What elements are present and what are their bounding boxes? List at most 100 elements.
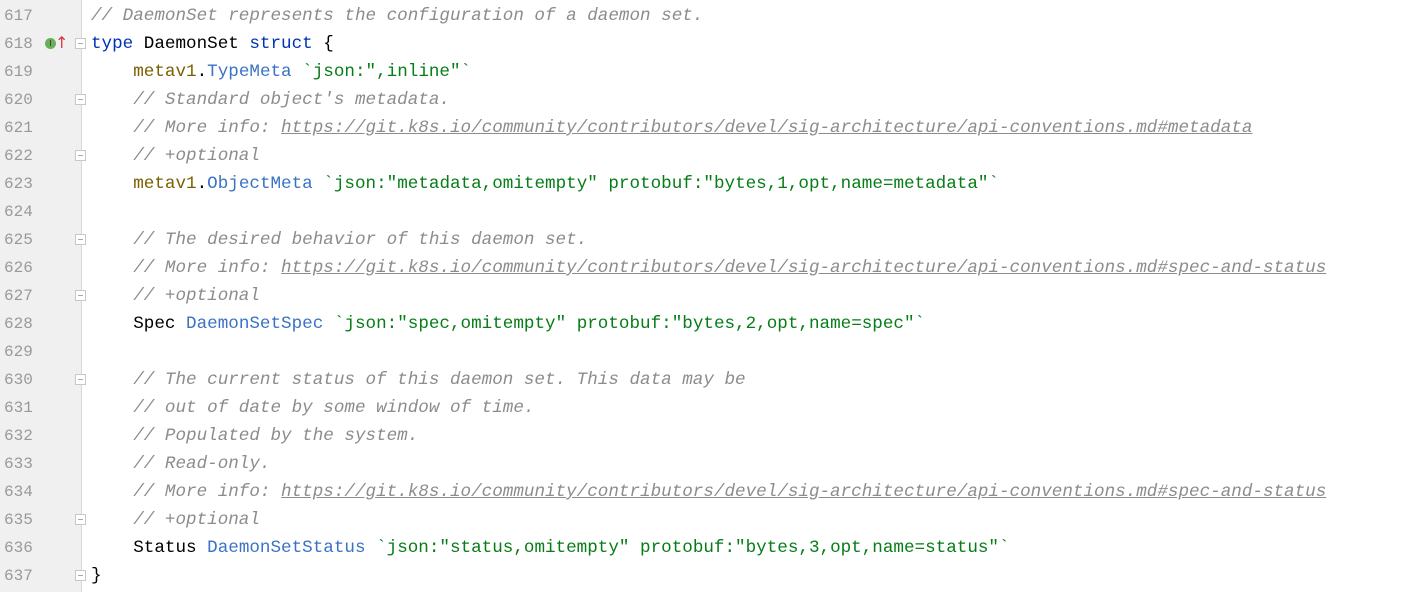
line-number: 619 xyxy=(4,63,33,81)
code-line[interactable]: 621 // More info: https://git.k8s.io/com… xyxy=(0,114,1402,142)
code-text: // The desired behavior of this daemon s… xyxy=(91,226,587,254)
code-line[interactable]: 625 // The desired behavior of this daem… xyxy=(0,226,1402,254)
code-token: `json:",inline"` xyxy=(291,62,472,82)
code-token: // More info: xyxy=(91,482,282,502)
code-text: Spec DaemonSetSpec `json:"spec,omitempty… xyxy=(91,310,925,338)
code-line[interactable]: 636 Status DaemonSetStatus `json:"status… xyxy=(0,534,1402,562)
code-token: struct xyxy=(249,34,313,54)
code-line[interactable]: 632 // Populated by the system. xyxy=(0,422,1402,450)
fold-toggle-icon[interactable] xyxy=(75,234,86,245)
code-token: `json:"spec,omitempty" protobuf:"bytes,2… xyxy=(323,314,926,334)
code-line[interactable]: 623 metav1.ObjectMeta `json:"metadata,om… xyxy=(0,170,1402,198)
code-link[interactable]: https://git.k8s.io/community/contributor… xyxy=(281,482,1326,502)
code-text: // +optional xyxy=(91,506,260,534)
code-text: // +optional xyxy=(91,282,260,310)
code-text: // More info: https://git.k8s.io/communi… xyxy=(91,478,1326,506)
code-token: // +optional xyxy=(91,286,260,306)
line-number: 620 xyxy=(4,91,33,109)
code-token: type xyxy=(91,34,134,54)
code-line[interactable]: 622 // +optional xyxy=(0,142,1402,170)
code-text: // DaemonSet represents the configuratio… xyxy=(91,2,703,30)
code-line[interactable]: 630 // The current status of this daemon… xyxy=(0,366,1402,394)
fold-toggle-icon[interactable] xyxy=(75,94,86,105)
line-number: 625 xyxy=(4,231,33,249)
code-token: } xyxy=(91,566,102,586)
code-token: metav1 xyxy=(133,174,197,194)
code-line[interactable]: 627 // +optional xyxy=(0,282,1402,310)
line-number: 623 xyxy=(4,175,33,193)
code-text: metav1.ObjectMeta `json:"metadata,omitem… xyxy=(91,170,999,198)
code-token: // Populated by the system. xyxy=(91,426,419,446)
line-number: 621 xyxy=(4,119,33,137)
code-token: // +optional xyxy=(91,146,260,166)
fold-toggle-icon[interactable] xyxy=(75,374,86,385)
code-text: Status DaemonSetStatus `json:"status,omi… xyxy=(91,534,1010,562)
line-number: 628 xyxy=(4,315,33,333)
code-line[interactable]: 629 xyxy=(0,338,1402,366)
code-token: TypeMeta xyxy=(207,62,292,82)
code-line[interactable]: 620 // Standard object's metadata. xyxy=(0,86,1402,114)
line-number: 634 xyxy=(4,483,33,501)
code-line[interactable]: 619 metav1.TypeMeta `json:",inline"` xyxy=(0,58,1402,86)
code-token: `json:"metadata,omitempty" protobuf:"byt… xyxy=(312,174,1000,194)
navigate-up-arrow-icon[interactable]: ↑ xyxy=(55,34,68,52)
code-link[interactable]: https://git.k8s.io/community/contributor… xyxy=(281,258,1326,278)
code-token: Spec xyxy=(91,314,187,334)
code-line[interactable]: 617 // DaemonSet represents the configura… xyxy=(0,2,1402,30)
code-token: ObjectMeta xyxy=(207,174,313,194)
fold-toggle-icon[interactable] xyxy=(75,150,86,161)
fold-toggle-icon[interactable] xyxy=(75,570,86,581)
code-token: . xyxy=(196,62,208,82)
code-line[interactable]: 635 // +optional xyxy=(0,506,1402,534)
line-number: 617 xyxy=(4,7,33,25)
code-text: // out of date by some window of time. xyxy=(91,394,534,422)
line-number: 633 xyxy=(4,455,33,473)
code-token: DaemonSetSpec xyxy=(186,314,324,334)
code-line[interactable]: 626 // More info: https://git.k8s.io/com… xyxy=(0,254,1402,282)
line-number: 629 xyxy=(4,343,33,361)
code-token: // +optional xyxy=(91,510,260,530)
line-number: 627 xyxy=(4,287,33,305)
code-token: // out of date by some window of time. xyxy=(91,398,535,418)
code-text: // The current status of this daemon set… xyxy=(91,366,745,394)
line-number: 631 xyxy=(4,399,33,417)
code-line[interactable]: 631 // out of date by some window of tim… xyxy=(0,394,1402,422)
code-line[interactable]: 634 // More info: https://git.k8s.io/com… xyxy=(0,478,1402,506)
code-token: // More info: xyxy=(91,118,282,138)
code-text: // +optional xyxy=(91,142,260,170)
code-line[interactable]: 618 I ↑ type DaemonSet struct { xyxy=(0,30,1402,58)
fold-toggle-icon[interactable] xyxy=(75,290,86,301)
line-number: 632 xyxy=(4,427,33,445)
code-token: `json:"status,omitempty" protobuf:"bytes… xyxy=(365,538,1010,558)
code-link[interactable]: https://git.k8s.io/community/contributor… xyxy=(281,118,1252,138)
code-token: // Standard object's metadata. xyxy=(91,90,450,110)
code-line[interactable]: 628 Spec DaemonSetSpec `json:"spec,omite… xyxy=(0,310,1402,338)
code-token: // Read-only. xyxy=(91,454,271,474)
code-token: DaemonSetStatus xyxy=(207,538,366,558)
line-number: 636 xyxy=(4,539,33,557)
fold-toggle-icon[interactable] xyxy=(75,514,86,525)
line-number: 630 xyxy=(4,371,33,389)
code-text: // Populated by the system. xyxy=(91,422,418,450)
code-token: DaemonSet xyxy=(133,34,250,54)
code-line[interactable]: 637} xyxy=(0,562,1402,590)
code-text: // Standard object's metadata. xyxy=(91,86,450,114)
line-number: 637 xyxy=(4,567,33,585)
code-text: } xyxy=(91,562,102,590)
code-line[interactable]: 633 // Read-only. xyxy=(0,450,1402,478)
line-number: 635 xyxy=(4,511,33,529)
code-text: type DaemonSet struct { xyxy=(91,30,334,58)
line-number: 618 xyxy=(4,35,33,53)
code-token: // DaemonSet represents the configuratio… xyxy=(91,6,704,26)
code-text: // Read-only. xyxy=(91,450,271,478)
code-text: metav1.TypeMeta `json:",inline"` xyxy=(91,58,471,86)
code-token: { xyxy=(312,34,334,54)
line-number: 622 xyxy=(4,147,33,165)
fold-toggle-icon[interactable] xyxy=(75,38,86,49)
line-number: 624 xyxy=(4,203,33,221)
code-text: // More info: https://git.k8s.io/communi… xyxy=(91,254,1326,282)
code-line[interactable]: 624 xyxy=(0,198,1402,226)
code-token: Status xyxy=(91,538,208,558)
